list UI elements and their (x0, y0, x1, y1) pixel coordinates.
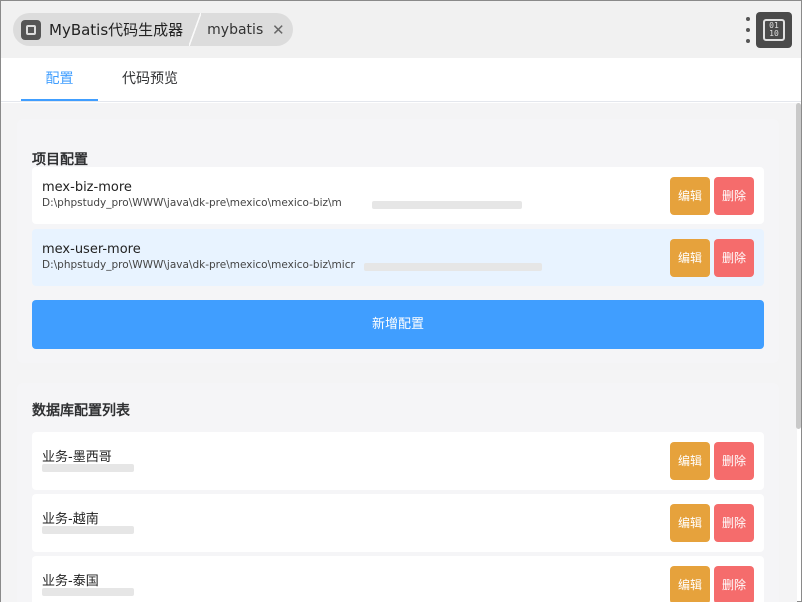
delete-button[interactable]: 删除 (714, 442, 754, 480)
project-name: mex-biz-more (42, 180, 132, 195)
db-config-card: 数据库配置列表 业务-墨西哥 编辑 删除 业务-越南 编辑 删除 业务-泰国 编… (17, 383, 779, 602)
breadcrumb: MyBatis代码生成器 mybatis ✕ (13, 13, 294, 46)
db-item[interactable]: 业务-墨西哥 编辑 删除 (32, 432, 764, 490)
app-icon (21, 19, 41, 40)
db-item[interactable]: 业务-泰国 编辑 删除 (32, 556, 764, 602)
project-item[interactable]: mex-biz-more D:\phpstudy_pro\WWW\java\dk… (32, 167, 764, 224)
delete-button[interactable]: 删除 (714, 504, 754, 542)
db-name: 业务-墨西哥 (42, 450, 112, 465)
project-name: mex-user-more (42, 242, 141, 257)
active-tab-indicator (21, 99, 98, 101)
project-path: D:\phpstudy_pro\WWW\java\dk-pre\mexico\m… (42, 259, 355, 271)
delete-button[interactable]: 删除 (714, 177, 754, 215)
more-vertical-icon[interactable] (745, 17, 751, 43)
binary-icon: 01 10 (763, 19, 785, 41)
db-config-title: 数据库配置列表 (32, 403, 130, 419)
breadcrumb-separator (189, 13, 202, 46)
edit-button[interactable]: 编辑 (670, 239, 710, 277)
add-config-button[interactable]: 新增配置 (32, 300, 764, 349)
project-config-card: 项目配置 mex-biz-more D:\phpstudy_pro\WWW\ja… (17, 119, 779, 363)
redacted-text (42, 526, 134, 534)
db-name: 业务-泰国 (42, 574, 99, 589)
delete-button[interactable]: 删除 (714, 239, 754, 277)
title-bar: MyBatis代码生成器 mybatis ✕ 01 10 (1, 1, 801, 58)
edit-button[interactable]: 编辑 (670, 504, 710, 542)
tab-config[interactable]: 配置 (21, 58, 98, 102)
redacted-text (42, 464, 134, 472)
tab-code-preview[interactable]: 代码预览 (107, 58, 193, 102)
redacted-text (364, 263, 542, 271)
delete-button[interactable]: 删除 (714, 566, 754, 602)
db-item[interactable]: 业务-越南 编辑 删除 (32, 494, 764, 552)
close-icon[interactable]: ✕ (271, 21, 285, 39)
tab-mybatis[interactable]: mybatis (207, 22, 263, 38)
app-title[interactable]: MyBatis代码生成器 (49, 19, 183, 40)
redacted-text (372, 201, 522, 209)
vertical-scrollbar[interactable] (796, 103, 801, 429)
redacted-text (42, 588, 134, 596)
db-name: 业务-越南 (42, 512, 99, 527)
edit-button[interactable]: 编辑 (670, 442, 710, 480)
project-config-title: 项目配置 (32, 152, 88, 168)
binary-icon-button[interactable]: 01 10 (756, 12, 792, 48)
tab-bar: 配置 代码预览 (1, 58, 801, 102)
edit-button[interactable]: 编辑 (670, 177, 710, 215)
edit-button[interactable]: 编辑 (670, 566, 710, 602)
project-path: D:\phpstudy_pro\WWW\java\dk-pre\mexico\m… (42, 197, 342, 209)
main-content[interactable]: 项目配置 mex-biz-more D:\phpstudy_pro\WWW\ja… (1, 103, 797, 602)
project-item[interactable]: mex-user-more D:\phpstudy_pro\WWW\java\d… (32, 229, 764, 286)
